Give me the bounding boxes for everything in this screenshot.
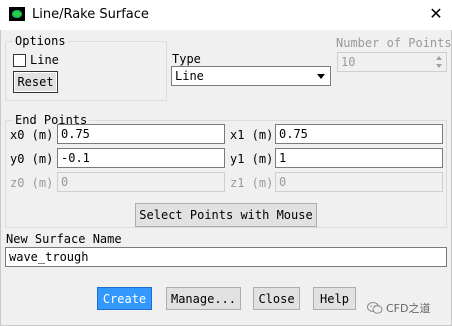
spin-arrows-icon <box>436 56 442 68</box>
y1-label: y1 (m) <box>230 152 274 166</box>
type-select-value: Line <box>175 69 204 83</box>
number-of-points-label: Number of Points <box>336 36 452 50</box>
z1-label: z1 (m) <box>230 176 274 190</box>
z1-field: 0 <box>275 172 443 192</box>
wechat-icon <box>367 302 383 314</box>
new-surface-name-field[interactable]: wave_trough <box>5 247 447 267</box>
type-label: Type <box>172 52 201 66</box>
options-group-label: Options <box>13 34 68 48</box>
window-title: Line/Rake Surface <box>32 7 149 22</box>
watermark-text: CFD之道 <box>386 302 431 315</box>
dialog-body: Options Line Reset Type Line Number of P… <box>0 30 452 326</box>
chevron-down-icon <box>317 74 325 79</box>
x1-label: x1 (m) <box>230 128 274 142</box>
number-of-points-value: 10 <box>341 55 356 69</box>
number-of-points-spinner[interactable]: 10 <box>337 52 447 72</box>
x0-field[interactable]: 0.75 <box>57 124 225 144</box>
select-points-with-mouse-button[interactable]: Select Points with Mouse <box>135 203 317 227</box>
y0-field[interactable]: -0.1 <box>57 148 225 168</box>
reset-button[interactable]: Reset <box>13 71 58 93</box>
close-button[interactable]: Close <box>253 287 300 310</box>
type-select[interactable]: Line <box>171 66 331 86</box>
y0-label: y0 (m) <box>10 152 54 166</box>
help-button[interactable]: Help <box>313 287 356 310</box>
manage-button[interactable]: Manage... <box>166 287 241 310</box>
line-checkbox-label: Line <box>30 53 59 67</box>
z0-label: z0 (m) <box>10 176 54 190</box>
watermark: CFD之道 <box>367 300 430 316</box>
app-icon <box>9 7 25 21</box>
y1-field[interactable]: 1 <box>275 148 443 168</box>
create-button[interactable]: Create <box>97 287 152 310</box>
title-bar: Line/Rake Surface ✕ <box>0 0 452 30</box>
x1-field[interactable]: 0.75 <box>275 124 443 144</box>
z0-field: 0 <box>57 172 225 192</box>
new-surface-name-label: New Surface Name <box>6 232 122 246</box>
close-icon[interactable]: ✕ <box>428 5 444 23</box>
x0-label: x0 (m) <box>10 128 54 142</box>
line-checkbox[interactable] <box>13 54 26 67</box>
